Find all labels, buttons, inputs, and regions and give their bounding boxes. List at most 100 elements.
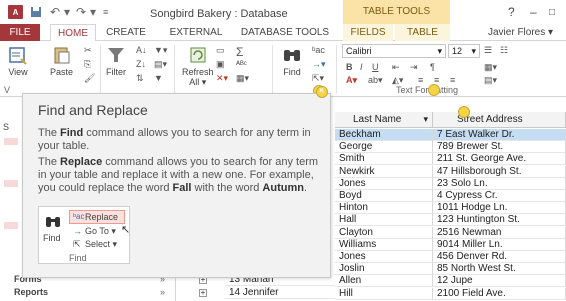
table-cell-last-name[interactable]: Boyd: [335, 190, 433, 202]
font-size-value: 12: [452, 46, 463, 56]
account-name[interactable]: Javier Flores ▾: [488, 24, 553, 41]
italic-icon[interactable]: I: [360, 62, 363, 72]
table-cell-last-name[interactable]: Jones: [335, 178, 433, 190]
toggle-filter-icon[interactable]: ▼: [154, 73, 163, 83]
table-cell-last-name[interactable]: Hill: [335, 288, 433, 300]
view-button[interactable]: View: [8, 45, 28, 77]
table-cell-last-name[interactable]: Hall: [335, 214, 433, 226]
sort-descending-icon[interactable]: Z↓: [136, 59, 146, 69]
help-icon[interactable]: ?: [508, 4, 515, 20]
font-color-icon[interactable]: A▾: [346, 75, 357, 86]
table-cell-street-address[interactable]: 85 North West St.: [433, 263, 566, 275]
table-cell-street-address[interactable]: 211 St. George Ave.: [433, 153, 566, 165]
table-cell-street-address[interactable]: 4 Cypress Cr.: [433, 190, 566, 202]
align-right-icon[interactable]: ≡: [450, 75, 455, 85]
font-name-select[interactable]: Calibri ▾: [342, 44, 446, 58]
close-icon[interactable]: ×: [319, 86, 324, 95]
tab-table[interactable]: TABLE: [395, 24, 450, 41]
bold-icon[interactable]: B: [346, 62, 353, 72]
table-cell-street-address[interactable]: 12 Jupe: [433, 275, 566, 287]
bullets-icon[interactable]: ☰: [484, 45, 492, 56]
table-cell-last-name[interactable]: Allen: [335, 275, 433, 287]
paste-button[interactable]: Paste: [50, 45, 73, 77]
table-cell-street-address[interactable]: 9014 Miller Ln.: [433, 239, 566, 251]
more-icon[interactable]: ▦▾: [236, 73, 249, 84]
column-header-street-address[interactable]: Street Address: [433, 112, 566, 128]
column-dropdown-icon[interactable]: ▾: [423, 112, 428, 127]
table-cell-street-address[interactable]: 2516 Newman: [433, 227, 566, 239]
tab-external-data[interactable]: EXTERNAL DATA: [156, 24, 236, 55]
advanced-filter-icon[interactable]: ▤▾: [154, 59, 167, 70]
underline-icon[interactable]: U: [372, 62, 379, 72]
nav-first-letter: S: [3, 122, 10, 132]
refresh-all-button[interactable]: Refresh All ▾: [182, 45, 214, 87]
table-cell-last-name[interactable]: Newkirk: [335, 166, 433, 178]
copy-icon[interactable]: ⎘: [84, 59, 91, 70]
nav-group-reports[interactable]: Reports: [14, 287, 48, 297]
decrease-indent-icon[interactable]: ⇤: [392, 62, 400, 73]
redo-icon[interactable]: ↷: [76, 4, 86, 20]
remove-sort-icon[interactable]: ⇅: [136, 73, 144, 84]
table-cell-last-name[interactable]: Smith: [335, 153, 433, 165]
paste-label: Paste: [50, 67, 74, 77]
filter-button[interactable]: Filter: [106, 45, 126, 77]
save-icon[interactable]: [30, 4, 42, 20]
delete-record-icon[interactable]: ✕▾: [216, 73, 228, 84]
table-cell-street-address[interactable]: 23 Solo Ln.: [433, 178, 566, 190]
tab-create[interactable]: CREATE: [100, 24, 152, 41]
expand-icon[interactable]: +: [199, 289, 207, 297]
tab-database-tools[interactable]: DATABASE TOOLS: [240, 24, 330, 41]
customize-quick-access-icon[interactable]: ≡: [103, 4, 108, 20]
new-record-icon[interactable]: ▭: [216, 45, 225, 56]
goto-icon[interactable]: →▾: [312, 59, 326, 70]
select-icon[interactable]: ⇱▾: [312, 73, 324, 84]
cut-icon[interactable]: ✂: [84, 45, 92, 56]
highlight-icon[interactable]: ab▾: [368, 75, 383, 86]
table-cell-street-address[interactable]: 123 Huntington St.: [433, 214, 566, 226]
selection-filter-icon[interactable]: ▼▾: [154, 45, 167, 56]
increase-indent-icon[interactable]: ⇥: [410, 62, 418, 73]
tab-home[interactable]: HOME: [50, 24, 96, 42]
table-cell-last-name[interactable]: Williams: [335, 239, 433, 251]
table-cell-street-address[interactable]: 789 Brewer St.: [433, 141, 566, 153]
table-cell-street-address[interactable]: 47 Hillsborough St.: [433, 166, 566, 178]
table-cell-last-name[interactable]: Beckham: [335, 129, 433, 141]
chevron-double-down-icon[interactable]: »: [160, 287, 165, 297]
table-cell-street-address[interactable]: 456 Denver Rd.: [433, 251, 566, 263]
table-cell-street-address[interactable]: 1011 Hodge Ln.: [433, 202, 566, 214]
align-left-icon[interactable]: ≡: [418, 75, 423, 85]
alternate-row-color-icon[interactable]: ▤▾: [484, 75, 497, 86]
table-cell-street-address[interactable]: 2100 Field Ave.: [433, 288, 566, 300]
tooltip-title: Find and Replace: [38, 102, 148, 118]
save-record-icon[interactable]: ▣: [216, 59, 225, 70]
gridlines-icon[interactable]: ▦▾: [484, 62, 497, 73]
redo-dropdown-icon[interactable]: ▾: [90, 4, 96, 20]
font-size-select[interactable]: 12 ▾: [448, 44, 480, 58]
table-cell-street-address[interactable]: 7 East Walker Dr.: [433, 129, 566, 141]
table-cell-last-name[interactable]: George: [335, 141, 433, 153]
table-cell-last-name[interactable]: Joslin: [335, 263, 433, 275]
numbering-icon[interactable]: ☷: [500, 45, 508, 56]
table-row-id-first[interactable]: 14 Jennifer: [225, 287, 335, 299]
replace-icon[interactable]: ᵇac: [312, 45, 325, 55]
undo-dropdown-icon[interactable]: ▾: [64, 4, 70, 20]
minimize-button[interactable]: –: [530, 4, 537, 20]
format-painter-icon[interactable]: 🖌: [84, 73, 95, 84]
rtl-icon[interactable]: ¶: [430, 62, 435, 72]
undo-icon[interactable]: ↶: [50, 4, 60, 20]
title-bar: A ↶ ▾ ↷ ▾ ≡ Songbird Bakery : Database T…: [0, 0, 566, 24]
tooltip-find-description: The Find command allows you to search fo…: [38, 127, 322, 153]
totals-icon[interactable]: Σ: [236, 45, 243, 59]
text: with the word: [191, 182, 263, 194]
restore-button[interactable]: □: [549, 4, 555, 20]
table-cell-last-name[interactable]: Clayton: [335, 227, 433, 239]
find-button[interactable]: Find: [282, 45, 302, 77]
refresh-all-label: Refresh All ▾: [182, 67, 214, 87]
table-cell-last-name[interactable]: Jones: [335, 251, 433, 263]
column-header-last-name[interactable]: ▾ Last Name ▾: [323, 112, 433, 128]
sort-ascending-icon[interactable]: A↓: [136, 45, 147, 55]
tab-fields[interactable]: FIELDS: [343, 24, 393, 41]
table-cell-last-name[interactable]: Hinton: [335, 202, 433, 214]
tab-file[interactable]: FILE: [0, 24, 40, 41]
spelling-icon[interactable]: ᴬᴮᶜ: [236, 59, 247, 69]
